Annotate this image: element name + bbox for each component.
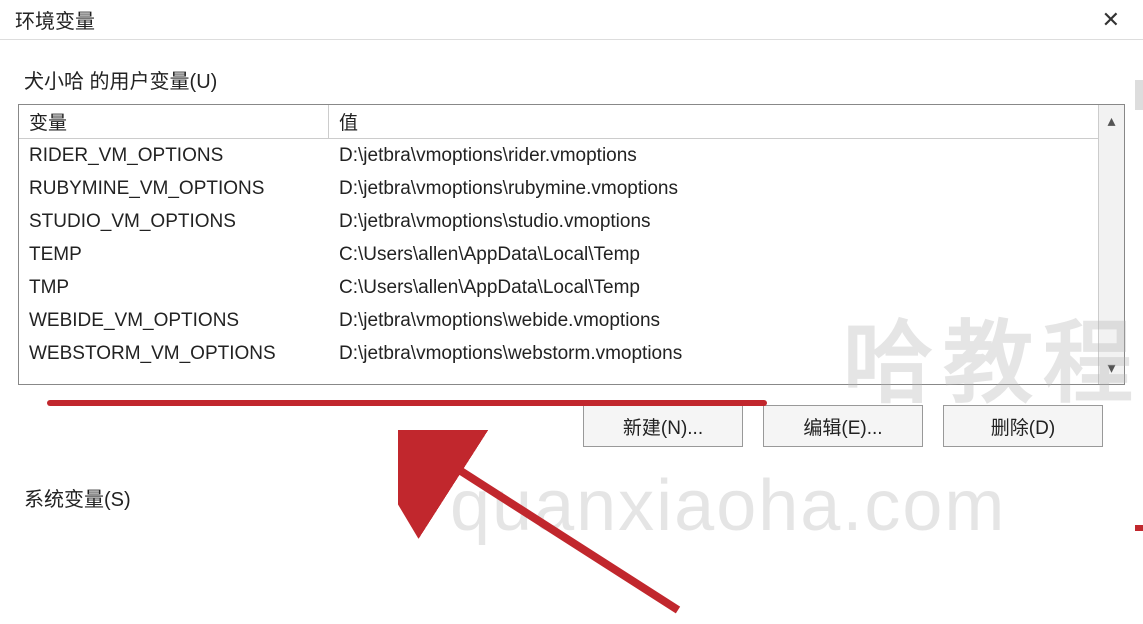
table-row[interactable]: RUBYMINE_VM_OPTIONSD:\jetbra\vmoptions\r… [19, 172, 1124, 205]
scroll-down-icon[interactable]: ▾ [1107, 358, 1115, 378]
decoration [1135, 525, 1143, 531]
table-row[interactable]: WEBIDE_VM_OPTIONSD:\jetbra\vmoptions\web… [19, 304, 1124, 337]
system-vars-label: 系统变量(S) [24, 483, 1125, 512]
header-value[interactable]: 值 [329, 105, 1124, 138]
scrollbar[interactable]: ▴ ▾ [1098, 105, 1124, 384]
user-vars-list[interactable]: 变量 值 RIDER_VM_OPTIONSD:\jetbra\vmoptions… [18, 104, 1125, 385]
cell-variable: RUBYMINE_VM_OPTIONS [19, 178, 329, 200]
annotation-underline [47, 400, 767, 406]
delete-button[interactable]: 删除(D) [943, 405, 1103, 447]
cell-variable: WEBIDE_VM_OPTIONS [19, 310, 329, 332]
table-row[interactable]: TEMPC:\Users\allen\AppData\Local\Temp [19, 238, 1124, 271]
cell-variable: STUDIO_VM_OPTIONS [19, 211, 329, 233]
content-area: 犬小哈 的用户变量(U) 变量 值 RIDER_VM_OPTIONSD:\jet… [0, 40, 1143, 512]
decoration [1135, 80, 1143, 110]
table-row[interactable]: TMPC:\Users\allen\AppData\Local\Temp [19, 271, 1124, 304]
cell-value: D:\jetbra\vmoptions\rider.vmoptions [329, 145, 1124, 167]
cell-variable: TEMP [19, 244, 329, 266]
header-variable[interactable]: 变量 [19, 105, 329, 138]
cell-variable: TMP [19, 277, 329, 299]
list-header: 变量 值 [19, 105, 1124, 139]
new-button[interactable]: 新建(N)... [583, 405, 743, 447]
cell-variable: RIDER_VM_OPTIONS [19, 145, 329, 167]
close-icon[interactable]: ✕ [1094, 3, 1128, 37]
table-row[interactable]: RIDER_VM_OPTIONSD:\jetbra\vmoptions\ride… [19, 139, 1124, 172]
window-title: 环境变量 [15, 5, 95, 34]
cell-value: C:\Users\allen\AppData\Local\Temp [329, 277, 1124, 299]
cell-variable: WEBSTORM_VM_OPTIONS [19, 343, 329, 365]
cell-value: D:\jetbra\vmoptions\studio.vmoptions [329, 211, 1124, 233]
cell-value: C:\Users\allen\AppData\Local\Temp [329, 244, 1124, 266]
cell-value: D:\jetbra\vmoptions\webstorm.vmoptions [329, 343, 1124, 365]
list-body: RIDER_VM_OPTIONSD:\jetbra\vmoptions\ride… [19, 139, 1124, 384]
user-vars-label: 犬小哈 的用户变量(U) [24, 65, 1125, 94]
cell-value: D:\jetbra\vmoptions\rubymine.vmoptions [329, 178, 1124, 200]
button-row: 新建(N)... 编辑(E)... 删除(D) [18, 405, 1125, 447]
cell-value: D:\jetbra\vmoptions\webide.vmoptions [329, 310, 1124, 332]
scroll-up-icon[interactable]: ▴ [1107, 111, 1115, 131]
title-bar: 环境变量 ✕ [0, 0, 1143, 40]
table-row[interactable]: STUDIO_VM_OPTIONSD:\jetbra\vmoptions\stu… [19, 205, 1124, 238]
table-row[interactable]: WEBSTORM_VM_OPTIONSD:\jetbra\vmoptions\w… [19, 337, 1124, 370]
edit-button[interactable]: 编辑(E)... [763, 405, 923, 447]
